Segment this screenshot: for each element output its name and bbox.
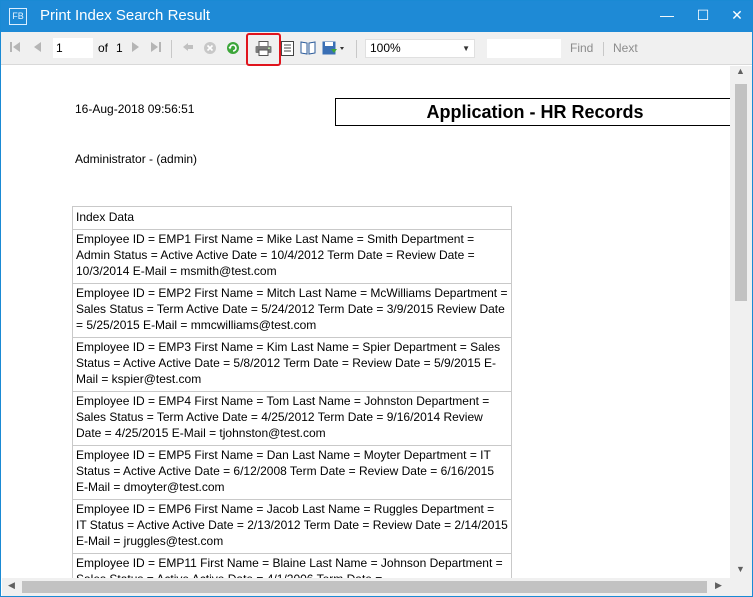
table-row: Employee ID = EMP5 First Name = Dan Last… <box>72 445 512 500</box>
last-page-icon[interactable] <box>149 41 163 57</box>
zoom-select[interactable]: 100% ▼ <box>365 39 475 58</box>
minimize-button[interactable]: — <box>649 1 685 32</box>
find-next-button[interactable]: Next <box>613 41 638 55</box>
table-row: Employee ID = EMP4 First Name = Tom Last… <box>72 391 512 446</box>
title-bar[interactable]: FB Print Index Search Result — ☐ ✕ <box>1 1 752 32</box>
refresh-icon[interactable] <box>226 41 240 57</box>
stop-icon[interactable] <box>203 41 217 57</box>
vertical-scroll-thumb[interactable] <box>735 84 747 301</box>
close-button[interactable]: ✕ <box>719 1 752 32</box>
table-cell: Employee ID = EMP4 First Name = Tom Last… <box>72 391 512 446</box>
print-date: 16-Aug-2018 09:56:51 <box>75 102 195 116</box>
table-cell: Employee ID = EMP3 First Name = Kim Last… <box>72 337 512 392</box>
table-cell: Employee ID = EMP2 First Name = Mitch La… <box>72 283 512 338</box>
table-row: Employee ID = EMP2 First Name = Mitch La… <box>72 283 512 338</box>
maximize-button[interactable]: ☐ <box>685 1 721 32</box>
back-icon[interactable] <box>181 41 195 57</box>
vertical-scrollbar[interactable]: ▲ ▼ <box>730 66 752 578</box>
table-row: Employee ID = EMP1 First Name = Mike Las… <box>72 229 512 284</box>
page-setup-icon[interactable] <box>300 41 316 57</box>
toolbar-separator <box>603 42 604 56</box>
search-input[interactable] <box>487 39 561 58</box>
user-name: Administrator - (admin) <box>75 152 198 166</box>
print-index-window: FB Print Index Search Result — ☐ ✕ of 1 <box>0 0 753 597</box>
previous-page-icon[interactable] <box>31 41 45 57</box>
zoom-value: 100% <box>370 41 401 55</box>
print-button-highlight <box>246 33 281 66</box>
page-number-input[interactable] <box>53 38 93 58</box>
scroll-up-icon[interactable]: ▲ <box>736 66 745 76</box>
window-title: Print Index Search Result <box>40 7 211 24</box>
horizontal-scrollbar[interactable]: ◀ ▶ <box>2 578 730 596</box>
index-data-table: Index Data Employee ID = EMP1 First Name… <box>72 206 512 578</box>
print-layout-icon[interactable] <box>280 41 294 57</box>
report-toolbar: of 1 100% ▼ <box>1 32 752 65</box>
table-header-index-data: Index Data <box>72 206 512 230</box>
horizontal-scroll-thumb[interactable] <box>22 581 707 593</box>
scroll-right-icon[interactable]: ▶ <box>715 580 722 591</box>
toolbar-separator <box>356 40 357 58</box>
next-page-icon[interactable] <box>128 41 142 57</box>
table-cell: Employee ID = EMP1 First Name = Mike Las… <box>72 229 512 284</box>
table-cell: Employee ID = EMP6 First Name = Jacob La… <box>72 499 512 554</box>
table-row: Employee ID = EMP3 First Name = Kim Last… <box>72 337 512 392</box>
table-cell: Employee ID = EMP5 First Name = Dan Last… <box>72 445 512 500</box>
chevron-down-icon: ▼ <box>462 44 470 53</box>
first-page-icon[interactable] <box>8 41 22 57</box>
table-row: Employee ID = EMP6 First Name = Jacob La… <box>72 499 512 554</box>
scrollbar-corner <box>730 578 752 596</box>
export-icon[interactable] <box>322 41 346 57</box>
scroll-left-icon[interactable]: ◀ <box>8 580 15 591</box>
report-page: 16-Aug-2018 09:56:51 Application - HR Re… <box>2 66 730 578</box>
table-row: Employee ID = EMP11 First Name = Blaine … <box>72 553 512 578</box>
app-icon: FB <box>9 8 27 25</box>
scroll-down-icon[interactable]: ▼ <box>736 564 745 574</box>
report-title: Application - HR Records <box>335 98 730 126</box>
table-cell: Employee ID = EMP11 First Name = Blaine … <box>72 553 512 578</box>
page-total: 1 <box>116 41 123 55</box>
toolbar-separator <box>171 40 172 58</box>
find-button[interactable]: Find <box>570 41 593 55</box>
table-header-row: Index Data <box>72 206 512 230</box>
page-of-label: of <box>98 41 109 55</box>
